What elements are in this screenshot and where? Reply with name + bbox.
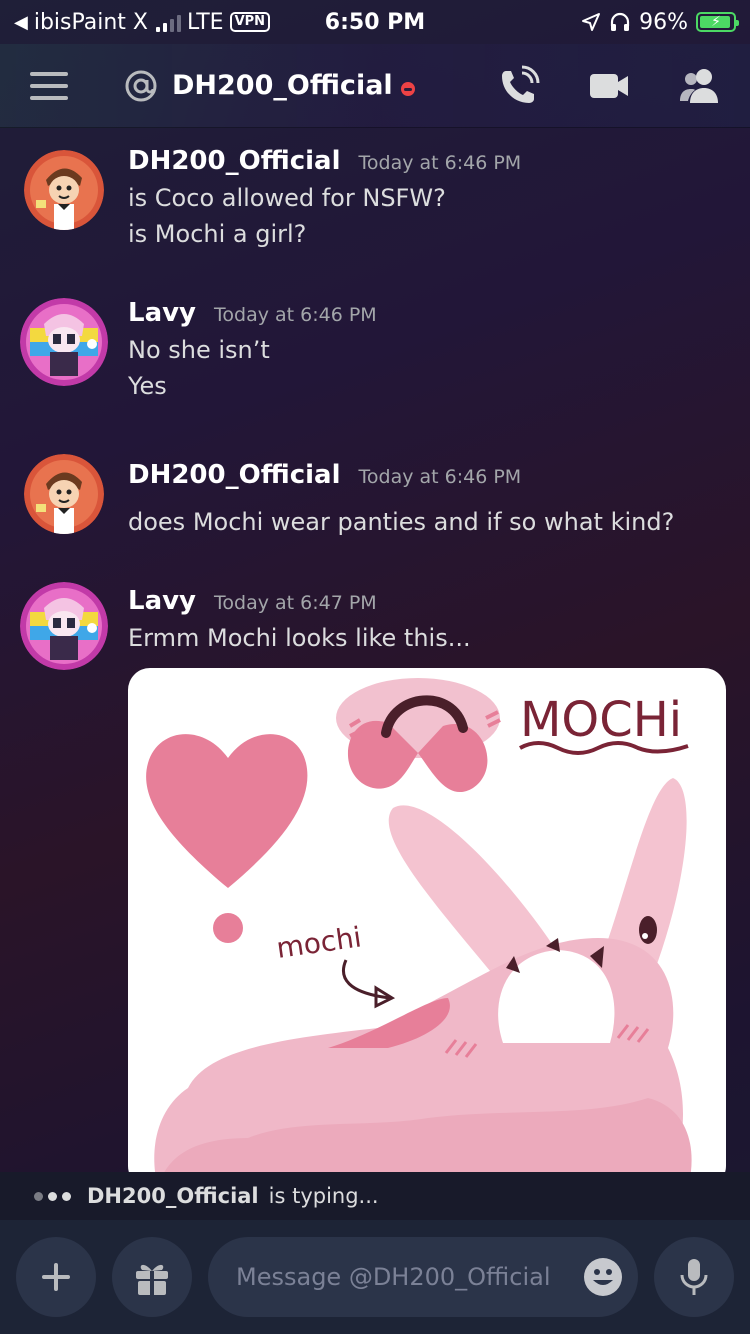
gift-icon [136,1264,168,1295]
image-attachment[interactable]: MOCHi mochi [128,668,726,1172]
avatar[interactable] [20,298,108,386]
carrier-label: LTE [187,9,224,35]
message-timestamp: Today at 6:46 PM [358,152,522,174]
battery-icon: ⚡ [696,12,739,32]
avatar[interactable] [24,150,104,230]
phone-call-icon[interactable] [498,65,540,107]
plus-icon [42,1263,70,1291]
typing-user: DH200_Official [87,1184,259,1208]
message-timestamp: Today at 6:46 PM [214,304,377,326]
message-author[interactable]: DH200_Official [128,146,341,176]
message-author[interactable]: Lavy [128,586,196,616]
message-text: No she isn’t [128,336,270,364]
video-call-icon[interactable] [588,65,630,107]
message-input[interactable] [236,1263,582,1291]
message-author[interactable]: DH200_Official [128,460,341,490]
message-composer [0,1220,750,1334]
mochi-caption-text: mochi [274,920,363,965]
typing-dots-icon [34,1191,71,1201]
message-text: is Coco allowed for NSFW? [128,184,446,212]
menu-icon[interactable] [30,71,68,100]
members-icon[interactable] [678,65,720,107]
at-sign-icon [125,70,157,101]
avatar[interactable] [24,454,104,534]
signal-icon [156,12,182,32]
status-bar: ◀ ibisPaint X LTE VPN 6:50 PM 96% ⚡ [0,0,750,44]
microphone-icon [680,1259,708,1295]
vpn-badge: VPN [229,12,271,32]
battery-percent: 96% [639,9,688,35]
typing-suffix: is typing... [268,1184,379,1208]
back-app-label[interactable]: ibisPaint X [34,10,148,35]
location-icon [582,13,601,31]
message-timestamp: Today at 6:46 PM [358,466,522,488]
message-text: is Mochi a girl? [128,220,307,248]
message-author[interactable]: Lavy [128,298,196,328]
message-text: does Mochi wear panties and if so what k… [128,508,675,536]
message-text: Yes [128,372,167,400]
avatar[interactable] [20,582,108,670]
mochi-drawing: MOCHi mochi [146,678,692,1172]
back-arrow-icon[interactable]: ◀ [14,12,28,33]
channel-title[interactable]: DH200_Official [172,70,393,101]
typing-indicator: DH200_Official is typing... [0,1172,750,1220]
emoji-icon[interactable] [582,1256,624,1298]
dnd-status-icon [400,81,415,96]
channel-header: DH200_Official [0,44,750,128]
message-timestamp: Today at 6:47 PM [214,592,377,614]
add-attachment-button[interactable] [16,1237,96,1317]
headphones-icon [610,12,630,31]
gift-button[interactable] [112,1237,192,1317]
message-input-box[interactable] [208,1237,638,1317]
message-text: Ermm Mochi looks like this... [128,624,471,652]
message-list[interactable]: DH200_Official Today at 6:46 PM is Coco … [0,128,750,1172]
voice-message-button[interactable] [654,1237,734,1317]
mochi-title-text: MOCHi [520,692,682,748]
